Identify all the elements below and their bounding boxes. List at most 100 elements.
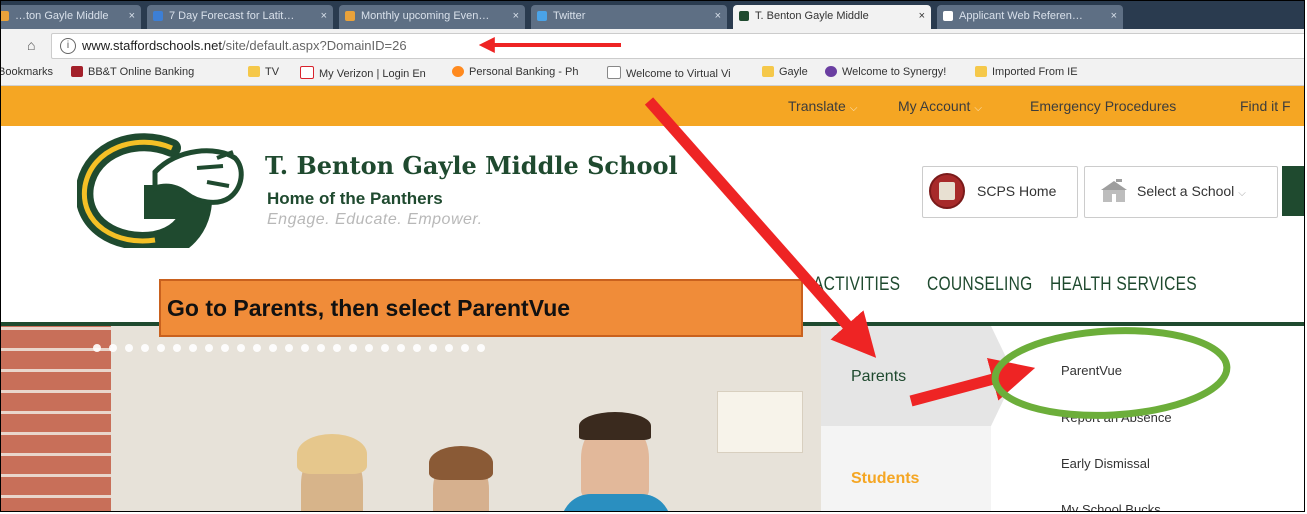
browser-address-bar: ⌂ i www.staffordschools.net/site/default…	[1, 29, 1304, 62]
bookmark-label: Welcome to Synergy!	[842, 66, 947, 78]
favicon-icon	[153, 11, 163, 21]
favicon-icon	[739, 11, 749, 21]
bookmark-item[interactable]: TV	[248, 66, 279, 78]
bookmark-label: My Verizon | Login En	[319, 68, 426, 80]
browser-tab[interactable]: …ton Gayle Middle ×	[1, 5, 141, 29]
bookmarks-bar: Bookmarks BB&T Online Banking TV My Veri…	[1, 61, 1304, 86]
early-dismissal-link[interactable]: Early Dismissal	[1061, 456, 1150, 471]
folder-icon	[248, 66, 260, 77]
slide-dot[interactable]	[285, 344, 293, 352]
my-account-menu[interactable]: My Account ⌵	[898, 98, 982, 114]
slide-dot[interactable]	[461, 344, 469, 352]
browser-tab-active[interactable]: T. Benton Gayle Middle ×	[733, 5, 931, 29]
close-icon[interactable]: ×	[129, 5, 135, 27]
school-name[interactable]: T. Benton Gayle Middle School	[265, 151, 678, 180]
bookmark-item[interactable]: Personal Banking - Ph	[452, 66, 578, 78]
bookmark-label: Personal Banking - Ph	[469, 66, 579, 78]
tab-label: Monthly upcoming Even…	[361, 10, 490, 22]
home-icon[interactable]: ⌂	[27, 37, 35, 53]
slide-dot[interactable]	[413, 344, 421, 352]
slide-dot[interactable]	[221, 344, 229, 352]
parents-dropdown-menu: Parents Students ParentVue Report an Abs…	[821, 326, 1304, 511]
my-school-bucks-link[interactable]: My School Bucks	[1061, 502, 1161, 511]
instruction-callout: Go to Parents, then select ParentVue	[159, 279, 803, 337]
find-it-fast-link[interactable]: Find it F	[1240, 98, 1291, 114]
slide-dot[interactable]	[349, 344, 357, 352]
slide-dot[interactable]	[93, 344, 101, 352]
scps-home-label: SCPS Home	[977, 183, 1057, 199]
nav-counseling[interactable]: COUNSELING	[927, 274, 1032, 296]
slide-dot[interactable]	[253, 344, 261, 352]
close-icon[interactable]: ×	[1111, 5, 1117, 27]
tab-label: Applicant Web Referen…	[959, 10, 1083, 22]
bookmark-item[interactable]: Welcome to Synergy!	[825, 66, 946, 78]
tab-label: 7 Day Forecast for Latit…	[169, 10, 295, 22]
slide-dot[interactable]	[125, 344, 133, 352]
slide-dot[interactable]	[365, 344, 373, 352]
slide-dot[interactable]	[333, 344, 341, 352]
select-school-label: Select a School ⌵	[1137, 183, 1246, 199]
translate-menu[interactable]: Translate ⌵	[788, 98, 857, 114]
search-button[interactable]	[1282, 166, 1304, 216]
bookmark-label: Imported From IE	[992, 66, 1078, 78]
url-host: www.staffordschools.net	[82, 38, 222, 53]
select-school-dropdown[interactable]: Select a School ⌵	[1084, 166, 1278, 218]
bookmark-item[interactable]: Gayle	[762, 66, 808, 78]
url-input[interactable]: i www.staffordschools.net/site/default.a…	[51, 33, 1304, 59]
person-hair	[579, 412, 651, 440]
bookmark-label: Welcome to Virtual Vi	[626, 68, 731, 80]
slide-dot[interactable]	[381, 344, 389, 352]
bookmark-item[interactable]: Bookmarks	[1, 66, 53, 78]
slide-dot[interactable]	[141, 344, 149, 352]
bank-icon	[71, 66, 83, 77]
slide-dot[interactable]	[269, 344, 277, 352]
panther-logo-icon[interactable]	[77, 128, 247, 248]
chevron-down-icon: ⌵	[849, 103, 858, 114]
utility-bar: Translate ⌵ My Account ⌵ Emergency Procedu…	[1, 86, 1304, 126]
slide-dot[interactable]	[397, 344, 405, 352]
nav-health-services[interactable]: HEALTH SERVICES	[1050, 274, 1197, 296]
scps-home-button[interactable]: SCPS Home	[922, 166, 1078, 218]
nav-activities[interactable]: ACTIVITIES	[813, 274, 900, 296]
page-icon	[607, 66, 621, 79]
bookmark-item[interactable]: Imported From IE	[975, 66, 1078, 78]
bookmark-item[interactable]: BB&T Online Banking	[71, 66, 194, 78]
browser-tab[interactable]: Twitter ×	[531, 5, 727, 29]
close-icon[interactable]: ×	[321, 5, 327, 27]
parentvue-link[interactable]: ParentVue	[1061, 363, 1122, 378]
slide-dot[interactable]	[301, 344, 309, 352]
chevron-down-icon: ⌵	[1238, 188, 1246, 199]
menu-category-parents[interactable]: Parents	[821, 326, 1015, 426]
my-account-label: My Account	[898, 98, 971, 114]
url-text: www.staffordschools.net/site/default.asp…	[82, 38, 407, 53]
slide-dot[interactable]	[173, 344, 181, 352]
favicon-icon	[537, 11, 547, 21]
favicon-icon	[345, 11, 355, 21]
bookmark-item[interactable]: My Verizon | Login En	[300, 66, 426, 80]
slide-dot[interactable]	[445, 344, 453, 352]
close-icon[interactable]: ×	[919, 5, 925, 27]
close-icon[interactable]: ×	[513, 5, 519, 27]
info-icon[interactable]: i	[60, 38, 76, 54]
slide-dot[interactable]	[189, 344, 197, 352]
verizon-check-icon	[300, 66, 314, 79]
browser-tab[interactable]: Applicant Web Referen… ×	[937, 5, 1123, 29]
site-header: T. Benton Gayle Middle School Home of th…	[1, 126, 1304, 256]
report-absence-link[interactable]: Report an Absence	[1061, 410, 1172, 425]
slide-dot[interactable]	[477, 344, 485, 352]
school-building-icon	[1101, 179, 1127, 202]
browser-tab[interactable]: Monthly upcoming Even… ×	[339, 5, 525, 29]
slide-dot[interactable]	[237, 344, 245, 352]
slide-dot[interactable]	[429, 344, 437, 352]
slide-dot[interactable]	[317, 344, 325, 352]
folder-icon	[975, 66, 987, 77]
browser-tab[interactable]: 7 Day Forecast for Latit… ×	[147, 5, 333, 29]
bookmark-item[interactable]: Welcome to Virtual Vi	[607, 66, 731, 80]
menu-category-students[interactable]: Students	[851, 470, 919, 488]
slide-dot[interactable]	[205, 344, 213, 352]
person-hair	[429, 446, 493, 480]
emergency-procedures-link[interactable]: Emergency Procedures	[1030, 98, 1176, 114]
close-icon[interactable]: ×	[715, 5, 721, 27]
slide-dot[interactable]	[109, 344, 117, 352]
slide-dot[interactable]	[157, 344, 165, 352]
